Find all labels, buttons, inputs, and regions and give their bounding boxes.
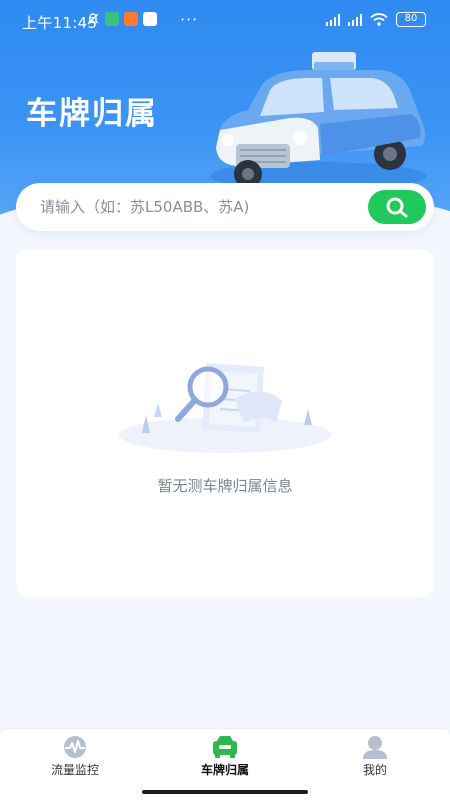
search-bar xyxy=(16,183,434,231)
car-icon xyxy=(213,736,237,758)
search-button[interactable] xyxy=(368,190,426,224)
pulse-icon xyxy=(64,736,86,758)
tab-traffic-monitor[interactable]: 流量监控 xyxy=(0,729,150,800)
tab-profile[interactable]: 我的 xyxy=(300,729,450,800)
person-icon xyxy=(363,736,387,759)
tab-label: 我的 xyxy=(362,763,387,777)
home-indicator[interactable] xyxy=(142,790,308,794)
app-notification-icon xyxy=(105,12,119,26)
empty-state-text: 暂无测车牌归属信息 xyxy=(157,477,293,495)
tab-label: 流量监控 xyxy=(50,763,99,777)
battery-icon: 80 xyxy=(396,12,426,27)
car-illustration xyxy=(210,52,426,190)
app-notification-icon xyxy=(143,12,157,26)
search-icon xyxy=(386,197,408,218)
tab-label: 车牌归属 xyxy=(200,763,249,777)
status-app-icons xyxy=(86,12,157,26)
plate-search-input[interactable] xyxy=(40,195,360,219)
wifi-icon xyxy=(370,13,388,26)
status-bar: 上午11:45 ··· 80 xyxy=(0,0,450,44)
mi-app-icon xyxy=(124,12,138,26)
status-right-icons: 80 xyxy=(326,12,426,27)
empty-search-illustration xyxy=(119,363,331,453)
page-title: 车牌归属 xyxy=(26,96,158,132)
signal-icon xyxy=(326,13,340,26)
signal-icon xyxy=(348,13,362,26)
result-card: 暂无测车牌归属信息 xyxy=(16,249,434,597)
mute-bell-icon xyxy=(87,13,99,25)
more-notifications-icon: ··· xyxy=(180,10,199,29)
